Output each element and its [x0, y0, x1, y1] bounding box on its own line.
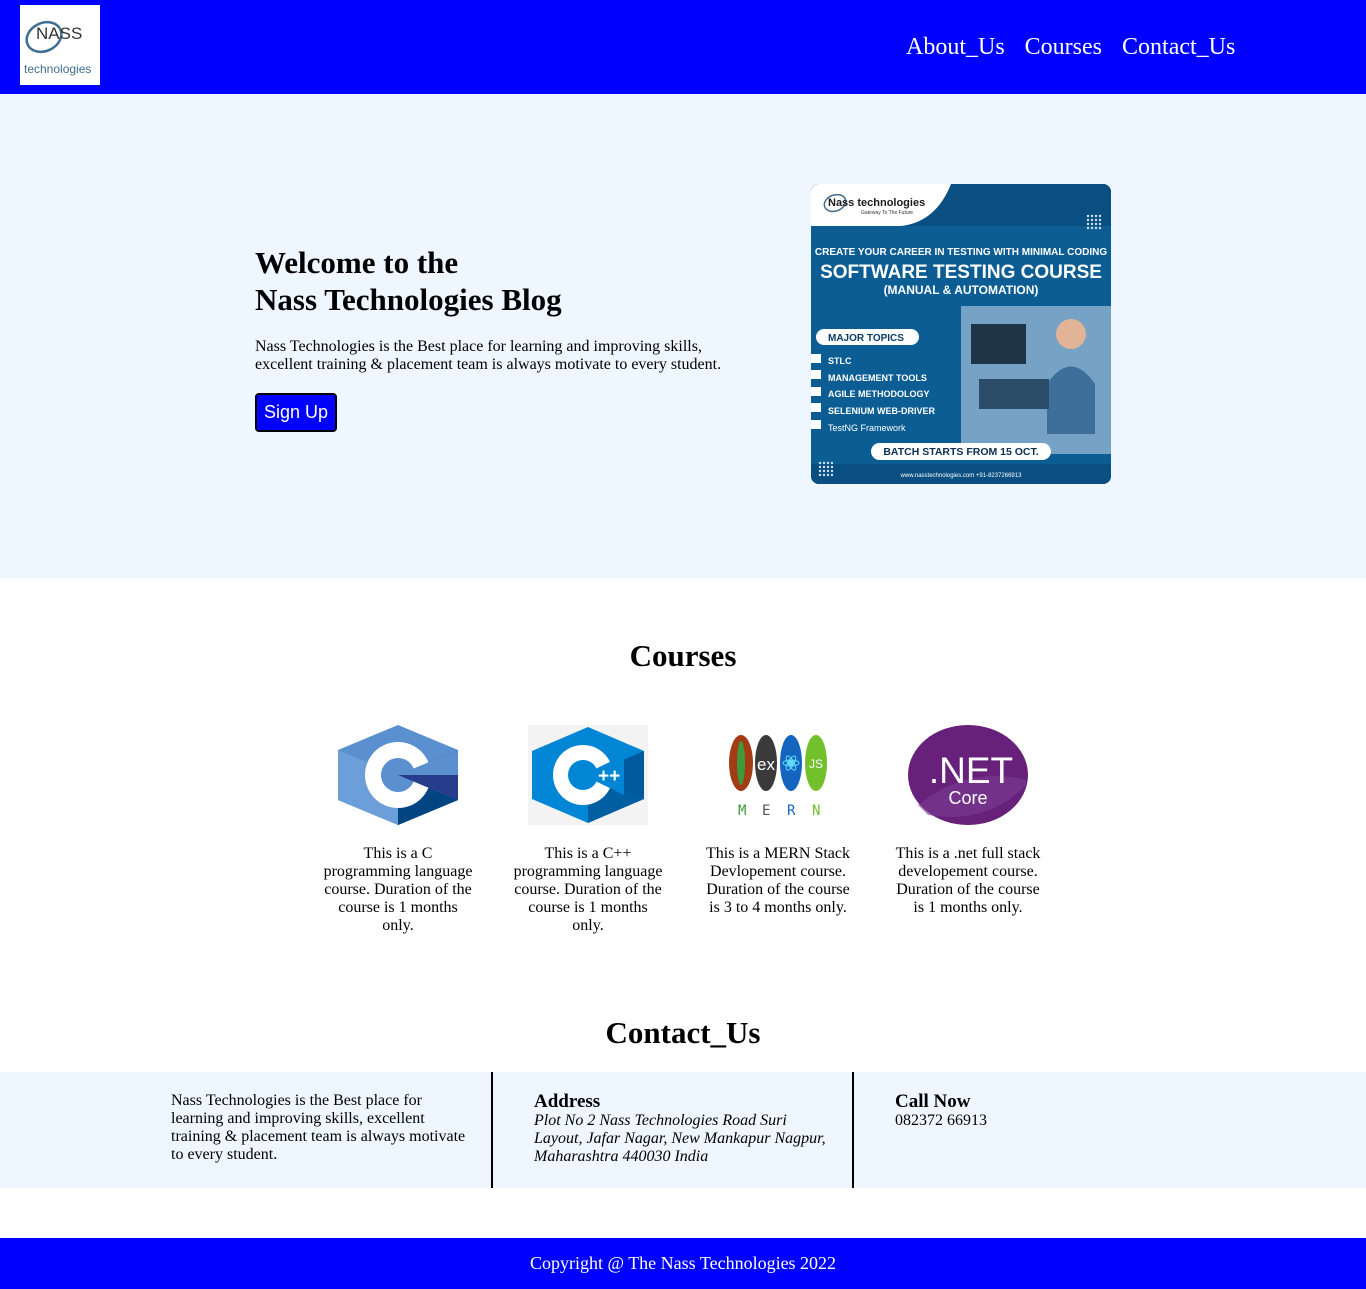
footer: Copyright @ The Nass Technologies 2022	[0, 1238, 1366, 1289]
mern-letter-r: R	[787, 803, 796, 819]
banner-topic-1: STLC	[828, 356, 852, 366]
svg-text:technologies: technologies	[24, 62, 91, 76]
hero-title-line2: Nass Technologies Blog	[255, 282, 562, 317]
course-card-mern[interactable]: ex JS M E R N This is a MERN Stack Devlo…	[698, 725, 858, 917]
hero-text: Welcome to the Nass Technologies Blog Na…	[255, 244, 735, 432]
signup-button[interactable]: Sign Up	[255, 393, 337, 432]
course-description: This is a C programming language course.…	[323, 845, 473, 934]
nav-links: About_Us Courses Contact_Us	[906, 31, 1235, 63]
course-description: This is a .net full stack developement c…	[895, 845, 1041, 916]
course-description: This is a MERN Stack Devlopement course.…	[706, 845, 850, 916]
contact-about-column: Nass Technologies is the Best place for …	[171, 1072, 491, 1188]
banner-topic-3: AGILE METHODOLOGY	[828, 389, 930, 399]
banner-topic-2: MANAGEMENT TOOLS	[828, 373, 927, 383]
banner-contact: www.nasstechnologies.com +91-8237266913	[900, 473, 1023, 479]
nav-link-contact-us[interactable]: Contact_Us	[1122, 31, 1235, 63]
banner-line1: CREATE YOUR CAREER IN TESTING WITH MINIM…	[815, 247, 1107, 258]
logo[interactable]: NASS technologies	[20, 5, 100, 85]
contact-band: Nass Technologies is the Best place for …	[0, 1072, 1366, 1188]
hero-description: Nass Technologies is the Best place for …	[255, 338, 722, 373]
address-heading: Address	[534, 1091, 601, 1112]
copyright-text: Copyright @ The Nass Technologies 2022	[529, 1253, 837, 1273]
c-language-icon	[338, 725, 458, 825]
contact-call-column: Call Now 082372 66913	[895, 1072, 1195, 1188]
nav-link-about-us[interactable]: About_Us	[906, 31, 1005, 63]
mern-letter-n: N	[812, 803, 820, 819]
banner-brand: Nass technologies	[828, 197, 925, 209]
mern-stack-icon: ex JS M E R N	[729, 735, 827, 819]
banner-topics-head: MAJOR TOPICS	[828, 333, 904, 344]
banner-brand-tag: Gateway To The Future	[861, 210, 913, 216]
nav-link-courses[interactable]: Courses	[1025, 31, 1102, 63]
hero-title-line1: Welcome to the	[255, 245, 459, 280]
course-card-cpp[interactable]: ++ This is a C++ programming language co…	[508, 725, 668, 935]
course-card-c[interactable]: This is a C programming language course.…	[318, 725, 478, 935]
banner-line2: SOFTWARE TESTING COURSE	[820, 262, 1102, 283]
courses-title: Courses	[629, 638, 737, 673]
core-text: Core	[948, 788, 987, 808]
banner-topic-5: TestNG Framework	[828, 423, 906, 433]
course-card-dotnet[interactable]: .NET Core This is a .net full stack deve…	[888, 725, 1048, 917]
mern-letter-m: M	[738, 803, 746, 819]
svg-text:++: ++	[598, 766, 620, 787]
banner-batch: BATCH STARTS FROM 15 OCT.	[883, 446, 1038, 458]
contact-about-text: Nass Technologies is the Best place for …	[171, 1092, 466, 1163]
navbar: NASS technologies About_Us Courses Conta…	[0, 0, 1366, 94]
cpp-language-icon: ++	[528, 725, 648, 825]
address-text: Plot No 2 Nass Technologies Road Suri La…	[534, 1112, 826, 1165]
svg-text:JS: JS	[809, 757, 823, 771]
svg-text:NASS: NASS	[36, 24, 82, 43]
dotnet-text: .NET	[929, 750, 1013, 791]
hero-title: Welcome to the Nass Technologies Blog	[255, 244, 735, 318]
banner-line3: (MANUAL & AUTOMATION)	[884, 283, 1039, 297]
banner-topic-4: SELENIUM WEB-DRIVER	[828, 406, 936, 416]
call-now-heading: Call Now	[895, 1091, 971, 1112]
phone-number[interactable]: 082372 66913	[895, 1112, 1195, 1130]
nass-logo-icon: NASS technologies	[24, 20, 91, 76]
dotnet-core-icon: .NET Core	[908, 725, 1028, 825]
contact-address-column: Address Plot No 2 Nass Technologies Road…	[491, 1072, 854, 1188]
svg-text:ex: ex	[757, 755, 775, 774]
course-banner-image: Nass technologies Gateway To The Future …	[811, 184, 1111, 484]
contact-title: Contact_Us	[605, 1015, 761, 1050]
hero-section: Welcome to the Nass Technologies Blog Na…	[0, 94, 1366, 578]
course-description: This is a C++ programming language cours…	[513, 845, 663, 934]
mern-letter-e: E	[762, 803, 770, 819]
